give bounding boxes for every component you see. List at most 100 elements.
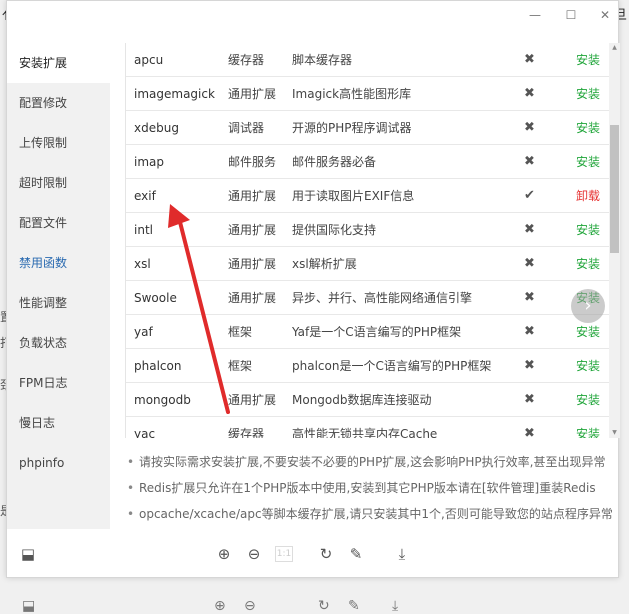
table-row: Swoole 通用扩展 异步、并行、高性能网络通信引擎 ✖ 安装 [126, 281, 609, 315]
install-link[interactable]: 安装 [576, 145, 600, 179]
not-installed-icon: ✖ [524, 358, 535, 373]
maximize-button[interactable]: ☐ [561, 7, 581, 23]
download-icon[interactable]: ⤓ [391, 543, 413, 565]
not-installed-icon: ✖ [524, 222, 535, 237]
help-notes: 请按实际需求安装扩展,不要安装不必要的PHP扩展,这会影响PHP执行效率,甚至出… [125, 449, 620, 527]
extension-type: 通用扩展 [228, 393, 277, 407]
rotate-icon[interactable]: ↻ [315, 543, 337, 565]
install-link[interactable]: 安装 [576, 213, 600, 247]
extension-description: Yaf是一个C语言编写的PHP框架 [292, 325, 462, 339]
install-link[interactable]: 安装 [576, 247, 600, 281]
sidebar-item-performance[interactable]: 性能调整 [7, 283, 110, 323]
zoom-in-icon: ⊕ [214, 598, 226, 614]
extension-description: 用于读取图片EXIF信息 [292, 189, 415, 203]
sidebar-item-timeout-limit[interactable]: 超时限制 [7, 163, 110, 203]
edit-icon: ✎ [348, 598, 360, 614]
install-link[interactable]: 安装 [576, 43, 600, 77]
zoom-in-icon[interactable]: ⊕ [213, 543, 235, 565]
table-row: intl 通用扩展 提供国际化支持 ✖ 安装 [126, 213, 609, 247]
actual-size-button[interactable]: 1:1 [275, 546, 293, 562]
extension-description: xsl解析扩展 [292, 257, 357, 271]
rotate-icon: ↻ [318, 598, 330, 614]
extension-name: Swoole [134, 291, 177, 305]
uninstall-link[interactable]: 卸载 [576, 179, 600, 213]
extension-name: intl [134, 223, 153, 237]
not-installed-icon: ✖ [524, 324, 535, 339]
install-link[interactable]: 安装 [576, 383, 600, 417]
minimize-button[interactable]: — [525, 7, 545, 23]
download-icon: ⤓ [392, 598, 399, 614]
extension-type: 框架 [228, 325, 253, 339]
extension-type: 通用扩展 [228, 257, 277, 271]
extension-name: yaf [134, 325, 153, 339]
settings-sidebar: 安装扩展 配置修改 上传限制 超时限制 配置文件 禁用函数 性能调整 负载状态 … [7, 43, 110, 529]
not-installed-icon: ✖ [524, 256, 535, 271]
extension-name: phalcon [134, 359, 182, 373]
not-installed-icon: ✖ [524, 154, 535, 169]
extension-description: 脚本缓存器 [292, 53, 353, 67]
not-installed-icon: ✖ [524, 86, 535, 101]
close-button[interactable]: ✕ [595, 7, 615, 23]
not-installed-icon: ✖ [524, 120, 535, 135]
extension-name: imap [134, 155, 164, 169]
install-link[interactable]: 安装 [576, 349, 600, 383]
edit-icon[interactable]: ✎ [345, 543, 367, 565]
note-item: 请按实际需求安装扩展,不要安装不必要的PHP扩展,这会影响PHP执行效率,甚至出… [125, 449, 620, 475]
note-item: Redis扩展只允许在1个PHP版本中使用,安装到其它PHP版本请在[软件管理]… [125, 475, 620, 501]
image-viewer-toolbar: ⬓ ⊕ ⊖ 1:1 ↻ ✎ ⤓ [7, 539, 620, 571]
sidebar-item-phpinfo[interactable]: phpinfo [7, 443, 110, 483]
extension-description: 提供国际化支持 [292, 223, 377, 237]
sidebar-item-config-file[interactable]: 配置文件 [7, 203, 110, 243]
extension-description: phalcon是一个C语言编写的PHP框架 [292, 359, 492, 373]
extension-description: 异步、并行、高性能网络通信引擎 [292, 291, 473, 305]
extension-name: xsl [134, 257, 151, 271]
dialog-titlebar: — ☐ ✕ [7, 1, 618, 43]
not-installed-icon: ✖ [524, 52, 535, 67]
scroll-thumb[interactable] [610, 125, 619, 253]
installed-check-icon: ✔ [524, 188, 535, 203]
panel-icon: ⬓ [22, 598, 36, 614]
table-row: exif 通用扩展 用于读取图片EXIF信息 ✔ 卸载 [126, 179, 609, 213]
sidebar-item-slow-log[interactable]: 慢日志 [7, 403, 110, 443]
extension-name: mongodb [134, 393, 191, 407]
extension-name: imagemagick [134, 87, 215, 101]
extension-type: 通用扩展 [228, 189, 277, 203]
install-link[interactable]: 安装 [576, 417, 600, 438]
install-link[interactable]: 安装 [576, 111, 600, 145]
next-image-button[interactable]: › [571, 289, 605, 323]
scroll-up-icon[interactable]: ▲ [610, 43, 619, 53]
panel-icon[interactable]: ⬓ [17, 543, 39, 565]
extension-name: yac [134, 427, 156, 438]
extension-description: 高性能无锁共享内存Cache [292, 427, 438, 438]
zoom-out-icon: ⊖ [244, 598, 256, 614]
extension-type: 调试器 [228, 121, 265, 135]
sidebar-item-install-extensions[interactable]: 安装扩展 [7, 43, 110, 83]
install-link[interactable]: 安装 [576, 77, 600, 111]
table-row: yac 缓存器 高性能无锁共享内存Cache ✖ 安装 [126, 417, 609, 438]
table-row: apcu 缓存器 脚本缓存器 ✖ 安装 [126, 43, 609, 77]
scroll-down-icon[interactable]: ▼ [610, 428, 619, 438]
extension-type: 框架 [228, 359, 253, 373]
extension-type: 通用扩展 [228, 87, 277, 101]
table-scrollbar[interactable]: ▲ ▼ [609, 43, 620, 438]
note-item: opcache/xcache/apc等脚本缓存扩展,请只安装其中1个,否则可能导… [125, 501, 620, 527]
extension-name: exif [134, 189, 156, 203]
extension-description: 开源的PHP程序调试器 [292, 121, 412, 135]
sidebar-item-disabled-functions[interactable]: 禁用函数 [7, 243, 110, 283]
extension-description: Mongodb数据库连接驱动 [292, 393, 432, 407]
not-installed-icon: ✖ [524, 426, 535, 438]
sidebar-item-config-edit[interactable]: 配置修改 [7, 83, 110, 123]
background-toolbar: ⬓ ⊕ ⊖ ↻ ✎ ⤓ [0, 596, 629, 614]
table-row: phalcon 框架 phalcon是一个C语言编写的PHP框架 ✖ 安装 [126, 349, 609, 383]
extension-type: 通用扩展 [228, 223, 277, 237]
extensions-table: apcu 缓存器 脚本缓存器 ✖ 安装 imagemagick 通用扩展 Ima… [125, 43, 609, 438]
not-installed-icon: ✖ [524, 392, 535, 407]
extension-type: 邮件服务 [228, 155, 277, 169]
zoom-out-icon[interactable]: ⊖ [243, 543, 265, 565]
sidebar-item-load-status[interactable]: 负载状态 [7, 323, 110, 363]
sidebar-item-fpm-log[interactable]: FPM日志 [7, 363, 110, 403]
extension-type: 缓存器 [228, 427, 265, 438]
sidebar-item-upload-limit[interactable]: 上传限制 [7, 123, 110, 163]
extension-name: xdebug [134, 121, 179, 135]
table-row: xdebug 调试器 开源的PHP程序调试器 ✖ 安装 [126, 111, 609, 145]
